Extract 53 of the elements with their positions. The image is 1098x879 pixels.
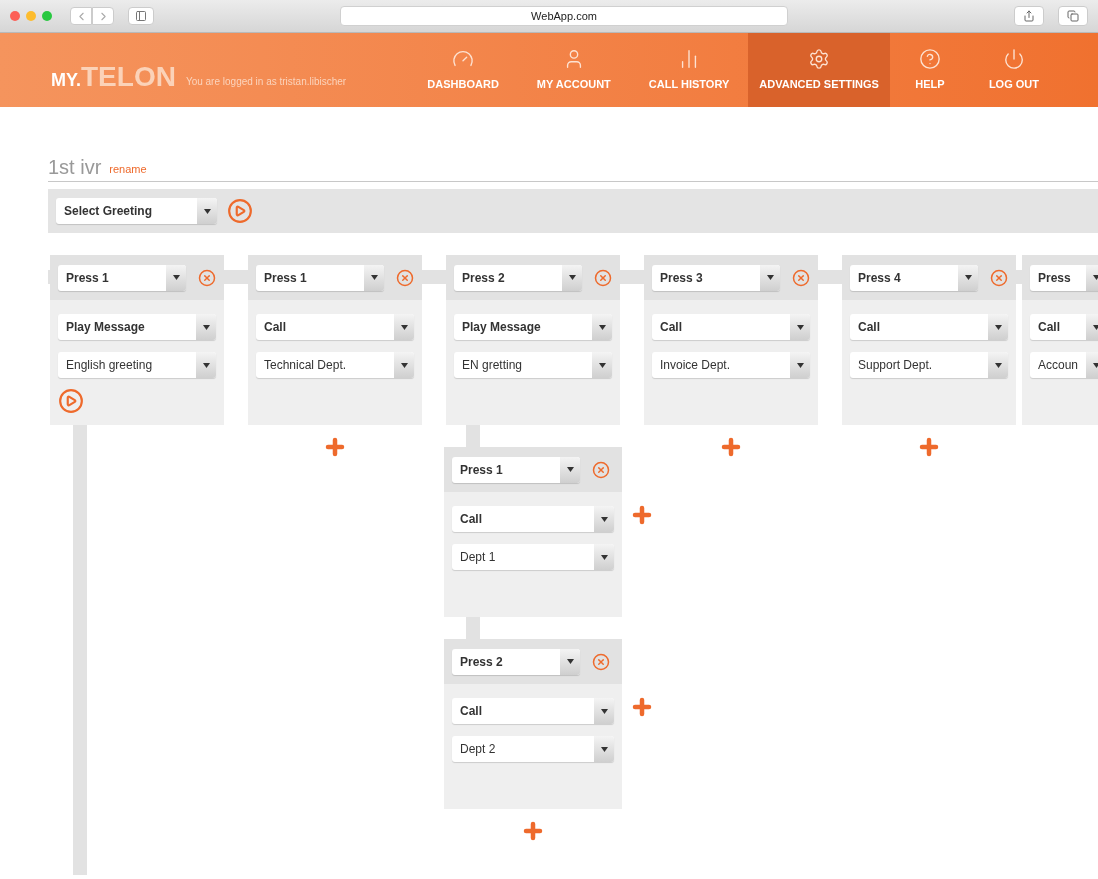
- remove-icon[interactable]: [198, 268, 216, 287]
- sidebar-icon[interactable]: [128, 7, 154, 25]
- login-text: You are logged in as tristan.libischer: [185, 75, 347, 89]
- key-select[interactable]: Press 1: [452, 456, 580, 483]
- greeting-select[interactable]: Select Greeting: [56, 198, 217, 224]
- key-select[interactable]: Press 3: [652, 264, 780, 291]
- action-select[interactable]: Play Message: [58, 314, 216, 340]
- remove-icon[interactable]: [592, 460, 610, 479]
- power-icon: [1002, 47, 1025, 70]
- share-icon[interactable]: [1014, 6, 1044, 26]
- target-select[interactable]: English greeting: [58, 352, 216, 378]
- target-select[interactable]: Support Dept.: [850, 352, 1008, 378]
- remove-icon[interactable]: [592, 652, 610, 671]
- tabs-icon[interactable]: [1058, 6, 1088, 26]
- action-select[interactable]: Call: [850, 314, 1008, 340]
- help-icon: [918, 47, 941, 70]
- action-select[interactable]: Play Message: [454, 314, 612, 340]
- ivr-title: 1st ivr: [48, 157, 102, 177]
- add-icon[interactable]: [630, 503, 654, 527]
- key-select[interactable]: Press 1: [58, 264, 186, 291]
- target-select[interactable]: Dept 1: [452, 544, 614, 570]
- settings-icon: [808, 47, 831, 70]
- target-select[interactable]: Accoun: [1030, 352, 1098, 378]
- back-icon[interactable]: [70, 7, 92, 25]
- play-icon[interactable]: [227, 198, 253, 224]
- key-select[interactable]: Press 2: [454, 264, 582, 291]
- add-icon[interactable]: [917, 435, 941, 459]
- key-select[interactable]: Press: [1030, 264, 1098, 291]
- target-select[interactable]: Invoice Dept.: [652, 352, 810, 378]
- action-select[interactable]: Call: [452, 506, 614, 532]
- remove-icon[interactable]: [396, 268, 414, 287]
- key-select[interactable]: Press 2: [452, 648, 580, 675]
- address-bar[interactable]: WebApp.com: [340, 6, 788, 26]
- add-icon[interactable]: [323, 435, 347, 459]
- remove-icon[interactable]: [990, 268, 1008, 287]
- target-select[interactable]: Dept 2: [452, 736, 614, 762]
- action-select[interactable]: Call: [1030, 314, 1098, 340]
- target-select[interactable]: EN gretting: [454, 352, 612, 378]
- remove-icon[interactable]: [792, 268, 810, 287]
- target-select[interactable]: Technical Dept.: [256, 352, 414, 378]
- key-select[interactable]: Press 4: [850, 264, 978, 291]
- forward-icon[interactable]: [92, 7, 114, 25]
- action-select[interactable]: Call: [452, 698, 614, 724]
- add-icon[interactable]: [630, 695, 654, 719]
- add-icon[interactable]: [719, 435, 743, 459]
- action-select[interactable]: Call: [256, 314, 414, 340]
- nav-item[interactable]: ADVANCED SETTINGS: [748, 33, 890, 107]
- play-icon[interactable]: [58, 388, 84, 414]
- add-icon[interactable]: [521, 819, 545, 843]
- action-select[interactable]: Call: [652, 314, 810, 340]
- logo: MY.TELON: [51, 63, 176, 91]
- key-select[interactable]: Press 1: [256, 264, 384, 291]
- remove-icon[interactable]: [594, 268, 612, 287]
